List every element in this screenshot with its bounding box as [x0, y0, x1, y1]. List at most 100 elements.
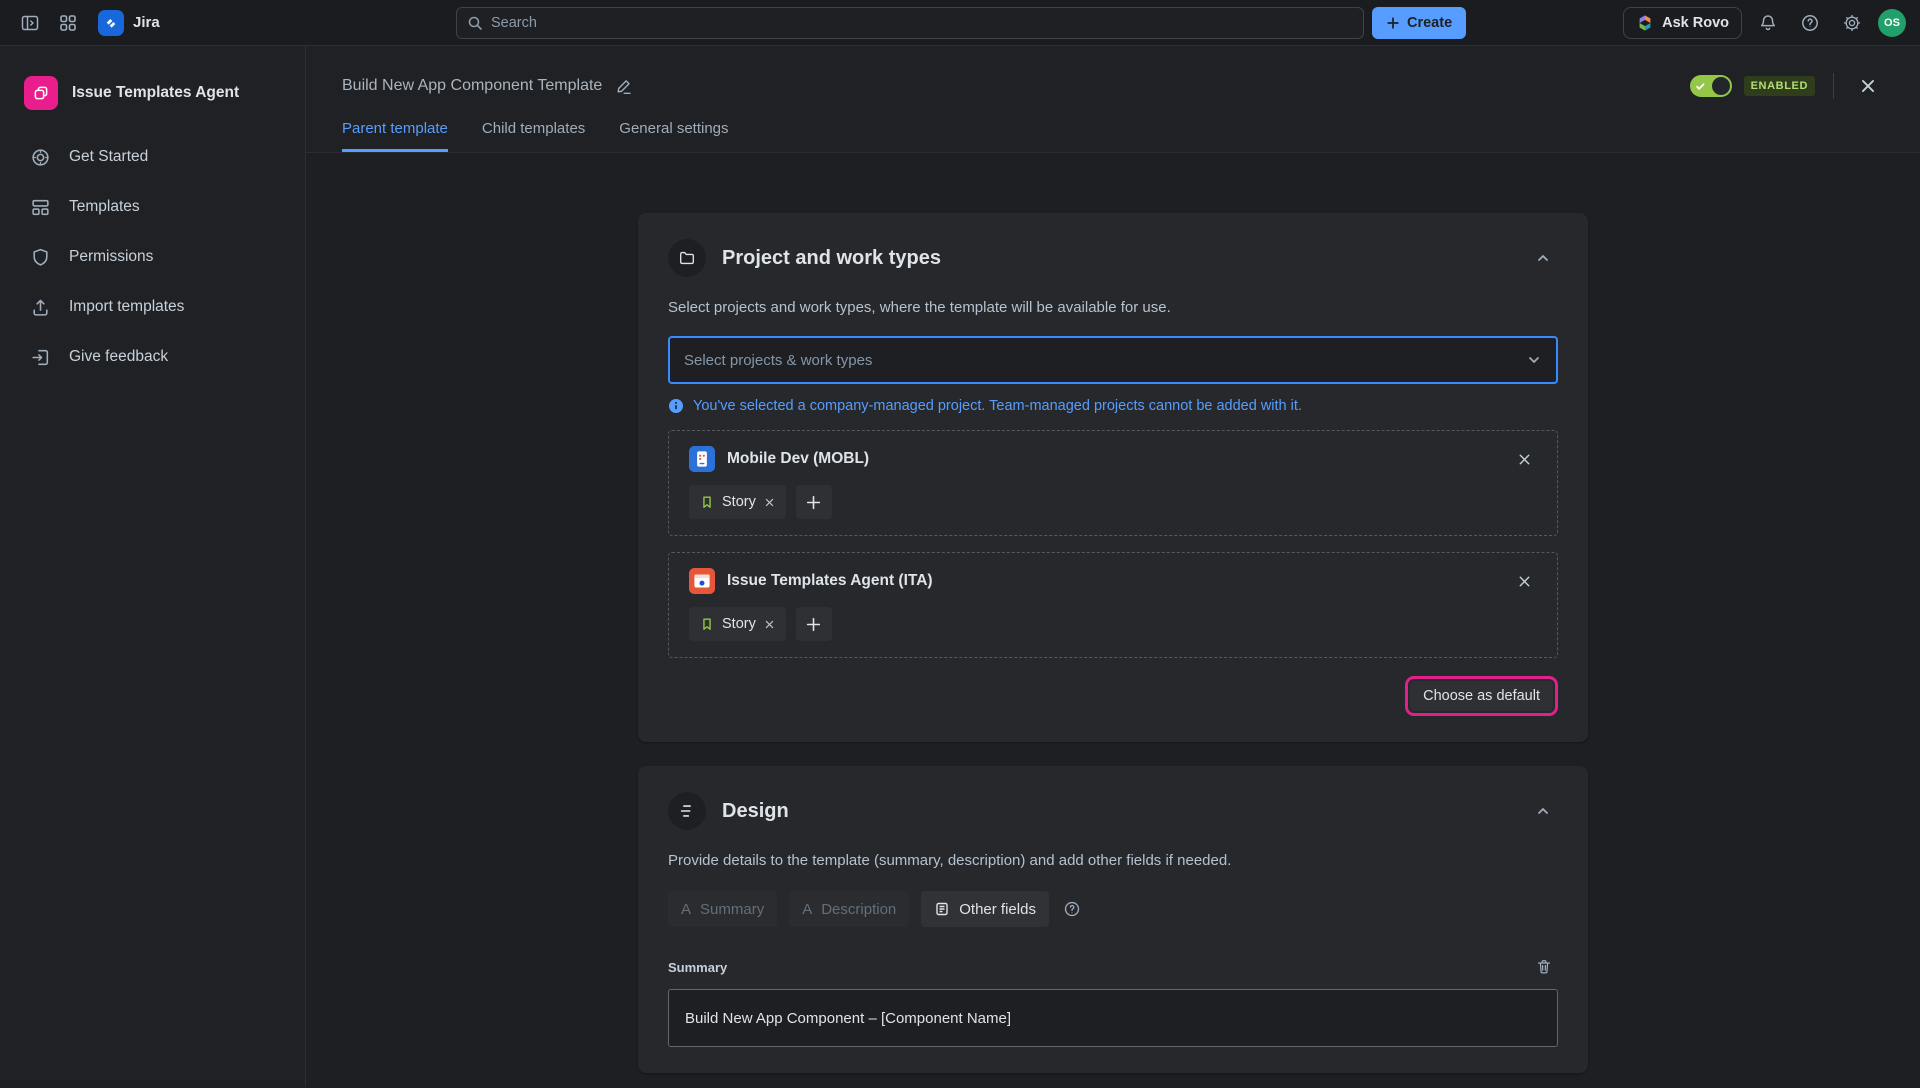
app-window-project-icon: [689, 568, 715, 594]
ask-rovo-label: Ask Rovo: [1662, 15, 1729, 31]
sidebar-item-templates[interactable]: Templates: [24, 182, 293, 232]
sidebar-item-label: Import templates: [69, 298, 184, 316]
project-name: Mobile Dev (MOBL): [727, 450, 1499, 468]
enabled-toggle[interactable]: [1690, 75, 1732, 97]
jira-home-link[interactable]: Jira: [90, 10, 168, 36]
nav-right-actions: Ask Rovo OS: [1623, 7, 1906, 39]
design-card: Design Provide details to the template (…: [638, 766, 1588, 1073]
project-work-types-card: Project and work types Select projects a…: [638, 213, 1588, 742]
card-title: Design: [722, 800, 1512, 823]
page-title: Build New App Component Template: [342, 77, 602, 95]
project-row: Mobile Dev (MOBL) Story: [668, 430, 1558, 536]
description-field-button[interactable]: A Description: [789, 891, 909, 927]
create-button[interactable]: Create: [1372, 7, 1466, 39]
sidebar-item-give-feedback[interactable]: Give feedback: [24, 332, 293, 382]
remove-work-type-icon[interactable]: [764, 497, 775, 508]
tab-parent-template[interactable]: Parent template: [342, 120, 448, 152]
text-field-icon: A: [802, 901, 812, 918]
info-icon: [668, 398, 684, 414]
remove-project-icon[interactable]: [1511, 568, 1537, 594]
board-icon: [29, 197, 51, 218]
work-type-chip: Story: [689, 607, 786, 641]
sidebar-item-label: Permissions: [69, 248, 153, 266]
chevron-up-icon[interactable]: [1528, 243, 1558, 273]
top-navigation-bar: Jira Create Ask Rovo OS: [0, 0, 1920, 46]
edit-title-pencil-icon[interactable]: [614, 77, 633, 96]
remove-project-icon[interactable]: [1511, 446, 1537, 472]
summary-field-button[interactable]: A Summary: [668, 891, 777, 927]
help-icon[interactable]: [1794, 7, 1826, 39]
add-work-type-icon[interactable]: [796, 607, 832, 641]
lifebuoy-icon: [29, 147, 51, 168]
app-switcher-icon[interactable]: [52, 7, 84, 39]
bookmark-icon: [700, 495, 714, 509]
rovo-icon: [1636, 14, 1654, 32]
remove-work-type-icon[interactable]: [764, 619, 775, 630]
text-field-icon: A: [681, 901, 691, 918]
create-button-label: Create: [1407, 15, 1452, 31]
jira-logo-icon: [98, 10, 124, 36]
page-header: Build New App Component Template ENABLED: [306, 46, 1920, 153]
work-type-label: Story: [722, 616, 756, 632]
check-icon: [1695, 81, 1706, 92]
search-input[interactable]: [491, 15, 1353, 31]
add-work-type-icon[interactable]: [796, 485, 832, 519]
field-button-label: Summary: [700, 901, 764, 918]
sidebar-item-permissions[interactable]: Permissions: [24, 232, 293, 282]
notifications-bell-icon[interactable]: [1752, 7, 1784, 39]
content-scroll-area: Project and work types Select projects a…: [306, 153, 1920, 1087]
summary-value-input[interactable]: [668, 989, 1558, 1047]
field-button-label: Description: [821, 901, 896, 918]
document-icon: [934, 901, 950, 917]
issue-templates-agent-icon: [24, 76, 58, 110]
question-circle-icon[interactable]: [1063, 900, 1081, 918]
close-icon[interactable]: [1852, 70, 1884, 102]
app-name: Jira: [133, 14, 160, 31]
mobile-project-icon: [689, 446, 715, 472]
chevron-up-icon[interactable]: [1528, 796, 1558, 826]
projects-select[interactable]: Select projects & work types: [668, 336, 1558, 384]
field-buttons-row: A Summary A Description Other fields: [668, 891, 1558, 927]
divider: [1833, 73, 1834, 99]
search-bar[interactable]: [456, 7, 1364, 39]
card-title: Project and work types: [722, 247, 1512, 270]
field-button-label: Other fields: [959, 901, 1036, 918]
template-tabs: Parent template Child templates General …: [342, 120, 1884, 152]
status-badge: ENABLED: [1744, 76, 1815, 96]
sidebar-item-get-started[interactable]: Get Started: [24, 132, 293, 182]
card-subtitle: Provide details to the template (summary…: [668, 852, 1558, 869]
ask-rovo-button[interactable]: Ask Rovo: [1623, 7, 1742, 39]
sidebar-app-header: Issue Templates Agent: [24, 76, 293, 110]
sidebar-app-title: Issue Templates Agent: [72, 84, 239, 102]
feedback-icon: [29, 347, 51, 368]
sidebar-item-label: Templates: [69, 198, 140, 216]
trash-icon[interactable]: [1530, 953, 1558, 981]
other-fields-button[interactable]: Other fields: [921, 891, 1049, 927]
bookmark-icon: [700, 617, 714, 631]
project-row: Issue Templates Agent (ITA) Story: [668, 552, 1558, 658]
choose-as-default-button[interactable]: Choose as default: [1410, 681, 1553, 711]
sidebar-item-label: Give feedback: [69, 348, 168, 366]
sidebar-item-label: Get Started: [69, 148, 148, 166]
upload-icon: [29, 297, 51, 318]
info-message: You've selected a company-managed projec…: [668, 398, 1558, 414]
info-message-text: You've selected a company-managed projec…: [693, 398, 1302, 414]
card-subtitle: Select projects and work types, where th…: [668, 299, 1558, 316]
design-bars-icon: [668, 792, 706, 830]
sidebar-collapse-icon[interactable]: [14, 7, 46, 39]
main-content: Build New App Component Template ENABLED: [306, 46, 1920, 1087]
folder-icon: [668, 239, 706, 277]
user-avatar[interactable]: OS: [1878, 9, 1906, 37]
highlight-ring: Choose as default: [1405, 676, 1558, 716]
toggle-knob: [1712, 77, 1730, 95]
tab-general-settings[interactable]: General settings: [619, 120, 728, 152]
settings-gear-icon[interactable]: [1836, 7, 1868, 39]
sidebar-item-import-templates[interactable]: Import templates: [24, 282, 293, 332]
project-name: Issue Templates Agent (ITA): [727, 572, 1499, 590]
tab-child-templates[interactable]: Child templates: [482, 120, 585, 152]
sidebar: Issue Templates Agent Get Started Templa…: [0, 46, 306, 1087]
select-placeholder: Select projects & work types: [684, 352, 1526, 369]
shield-icon: [29, 247, 51, 268]
plus-icon: [1386, 16, 1400, 30]
search-icon: [467, 15, 483, 31]
